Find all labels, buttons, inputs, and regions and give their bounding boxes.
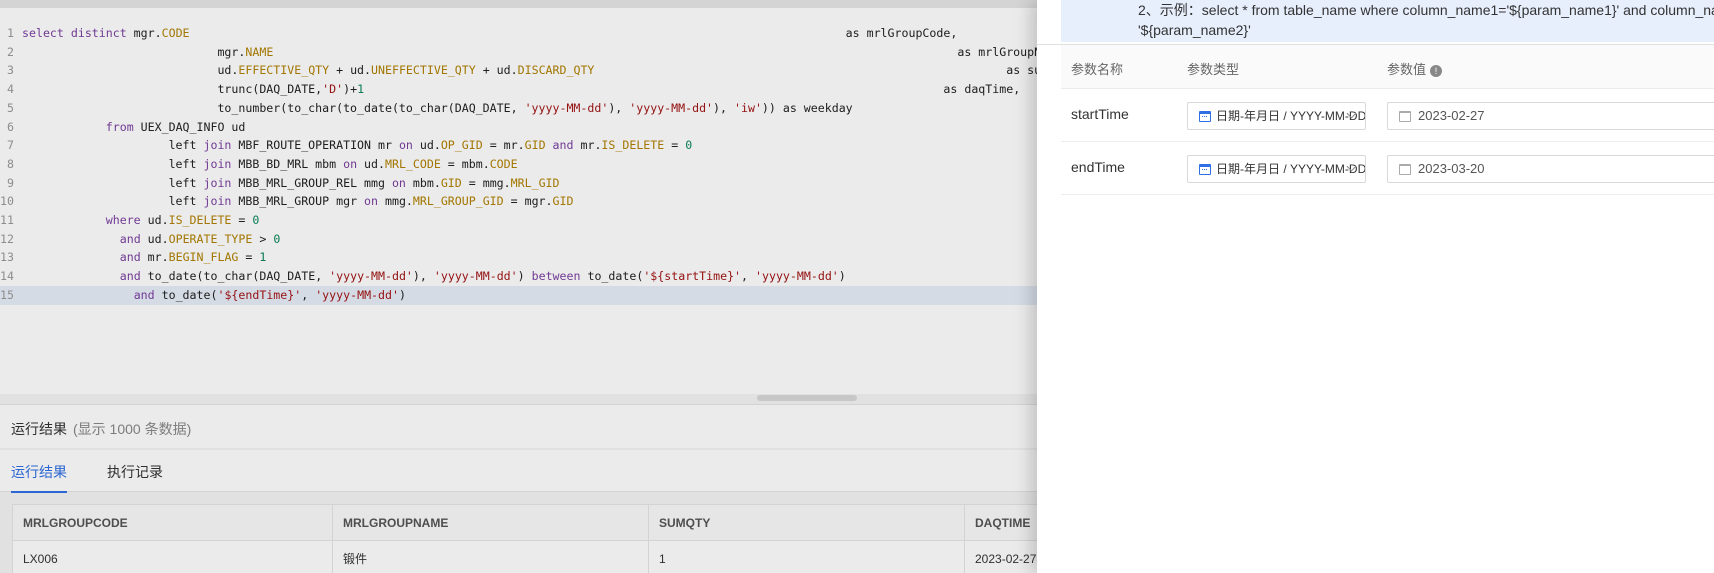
param-type-value: 日期-年月日 / YYYY-MM-DD [1216,162,1366,176]
param-date-value: 2023-02-27 [1418,108,1485,123]
calendar-icon [1399,111,1411,122]
param-name: startTime [1071,106,1129,122]
param-type-value: 日期-年月日 / YYYY-MM-DD [1216,109,1366,123]
drawer-overlay-mask[interactable] [0,0,1037,573]
header-param-name: 参数名称 [1071,62,1124,77]
parameter-table-header: 参数名称 参数类型 参数值! [1061,45,1714,89]
sql-example-tip: 2、示例：select * from table_name where colu… [1061,0,1714,42]
header-param-type: 参数类型 [1187,62,1240,77]
param-type-select[interactable]: 日期-年月日 / YYYY-MM-DD [1187,155,1366,183]
param-type-select[interactable]: 日期-年月日 / YYYY-MM-DD [1187,102,1366,130]
calendar-icon [1199,164,1211,175]
info-icon[interactable]: ! [1430,65,1443,77]
calendar-icon [1399,164,1411,175]
calendar-icon [1199,111,1211,122]
param-date-input[interactable]: 2023-02-27 [1387,102,1714,130]
parameter-row: endTime 日期-年月日 / YYYY-MM-DD 2023-03-20 [1061,142,1714,195]
tip-line: '${param_name2}' [1138,22,1251,38]
param-name: endTime [1071,159,1125,175]
parameter-drawer: 2、示例：select * from table_name where colu… [1037,0,1714,573]
header-param-value: 参数值! [1387,59,1443,78]
parameter-row: startTime 日期-年月日 / YYYY-MM-DD 2023-02-27 [1061,89,1714,142]
tip-line: 2、示例：select * from table_name where colu… [1138,2,1714,18]
parameter-table: 参数名称 参数类型 参数值! startTime 日期-年月日 / YYYY-M… [1061,45,1714,195]
param-date-value: 2023-03-20 [1418,161,1485,176]
param-date-input[interactable]: 2023-03-20 [1387,155,1714,183]
